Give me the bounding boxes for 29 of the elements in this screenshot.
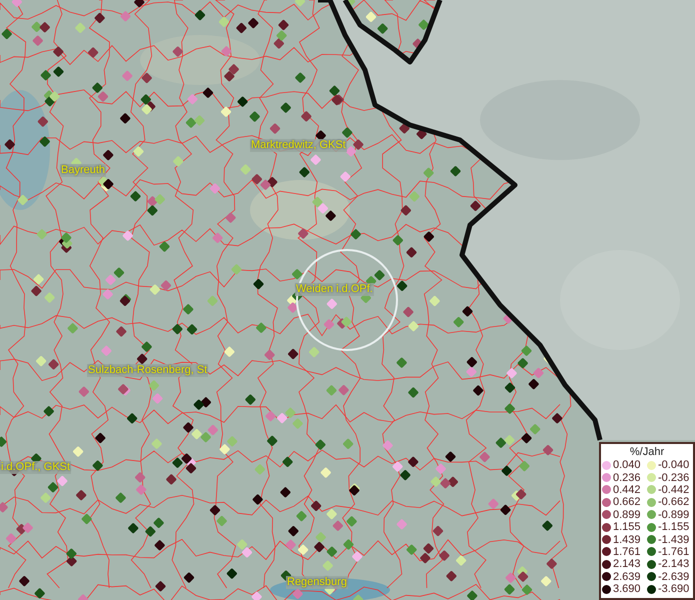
legend-label: 0.236 bbox=[613, 472, 641, 484]
place-label: Regensburg bbox=[286, 576, 348, 589]
legend-label: -1.155 bbox=[658, 521, 690, 534]
legend-label: -3.690 bbox=[658, 583, 690, 596]
legend-label: 1.155 bbox=[613, 521, 641, 534]
legend-label: -0.442 bbox=[658, 484, 690, 496]
legend-label: 2.143 bbox=[613, 558, 641, 570]
legend-label: -0.662 bbox=[658, 496, 690, 508]
place-label: i.d.OPf., GKSt bbox=[0, 461, 72, 474]
legend-label: 0.899 bbox=[613, 508, 641, 521]
legend-label: -2.143 bbox=[658, 558, 690, 570]
legend-label: 3.690 bbox=[613, 583, 641, 596]
place-label: Weiden i.d.OPf. bbox=[295, 283, 374, 296]
legend-label: -0.899 bbox=[658, 508, 690, 521]
legend-label: -1.761 bbox=[658, 546, 690, 558]
legend-label: -0.040 bbox=[658, 459, 690, 472]
legend-label: 0.442 bbox=[613, 484, 641, 496]
legend-label: 2.639 bbox=[613, 570, 641, 583]
legend-title: %/Jahr bbox=[628, 445, 666, 459]
place-label: Marktredwitz, GKSt bbox=[250, 139, 347, 152]
legend-label: 1.761 bbox=[613, 546, 641, 558]
legend-label: -0.236 bbox=[658, 472, 690, 484]
legend-label: 0.040 bbox=[613, 459, 641, 472]
legend-label: -1.439 bbox=[658, 534, 690, 546]
place-label: Sulzbach-Rosenberg, St bbox=[87, 364, 208, 377]
legend-label: 0.662 bbox=[613, 496, 641, 508]
legend-label: -2.639 bbox=[658, 570, 690, 583]
place-label: Bayreuth bbox=[60, 164, 106, 177]
legend-label: 1.439 bbox=[613, 534, 641, 546]
